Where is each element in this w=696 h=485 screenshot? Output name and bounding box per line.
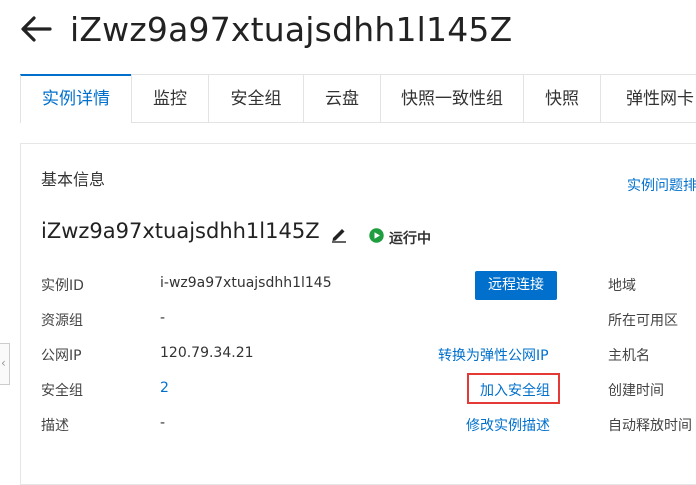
edit-pencil-icon[interactable] xyxy=(330,225,348,243)
status-badge: 运行中 xyxy=(389,231,431,247)
tab-security-group[interactable]: 安全组 xyxy=(208,74,304,122)
security-group-label: 安全组 xyxy=(41,383,83,399)
public-ip-label: 公网IP xyxy=(41,348,82,364)
instance-id-value: i-wz9a97xtuajsdhh1l145 xyxy=(160,275,332,291)
public-ip-value: 120.79.34.21 xyxy=(160,345,254,361)
created-time-label: 创建时间 xyxy=(608,383,664,399)
tab-monitoring[interactable]: 监控 xyxy=(131,74,209,122)
edit-description-link[interactable]: 修改实例描述 xyxy=(466,415,550,435)
region-label: 地域 xyxy=(608,278,636,294)
tab-cloud-disk[interactable]: 云盘 xyxy=(303,74,381,122)
back-arrow-icon[interactable] xyxy=(18,12,54,46)
instance-name: iZwz9a97xtuajsdhh1l145Z xyxy=(41,219,320,243)
tab-bar: 实例详情 监控 安全组 云盘 快照一致性组 快照 弹性网卡 xyxy=(20,74,696,123)
remote-connect-button[interactable]: 远程连接 xyxy=(475,271,557,300)
instance-id-label: 实例ID xyxy=(41,278,84,294)
running-status-icon xyxy=(369,228,384,243)
tab-eni[interactable]: 弹性网卡 xyxy=(600,74,696,122)
tab-snapshot-consistency-group[interactable]: 快照一致性组 xyxy=(380,74,524,122)
section-title: 基本信息 xyxy=(41,170,106,189)
tab-instance-details[interactable]: 实例详情 xyxy=(20,74,132,123)
auto-release-time-label: 自动释放时间 xyxy=(608,418,692,434)
chevron-left-icon: ‹ xyxy=(1,356,6,370)
hostname-label: 主机名 xyxy=(608,348,650,364)
description-value: - xyxy=(160,415,166,431)
join-security-group-link[interactable]: 加入安全组 xyxy=(480,380,550,400)
sidebar-collapse-handle[interactable]: ‹ xyxy=(0,343,10,385)
resource-group-label: 资源组 xyxy=(41,313,83,329)
resource-group-value: - xyxy=(160,310,166,326)
tab-snapshot[interactable]: 快照 xyxy=(523,74,601,122)
instance-diagnose-link[interactable]: 实例问题排 xyxy=(627,175,696,195)
convert-eip-link[interactable]: 转换为弹性公网IP xyxy=(438,345,549,365)
basic-info-panel xyxy=(20,143,696,485)
page-title: iZwz9a97xtuajsdhh1l145Z xyxy=(70,10,513,49)
description-label: 描述 xyxy=(41,418,69,434)
zone-label: 所在可用区 xyxy=(608,313,678,329)
security-group-count-link[interactable]: 2 xyxy=(160,380,169,396)
